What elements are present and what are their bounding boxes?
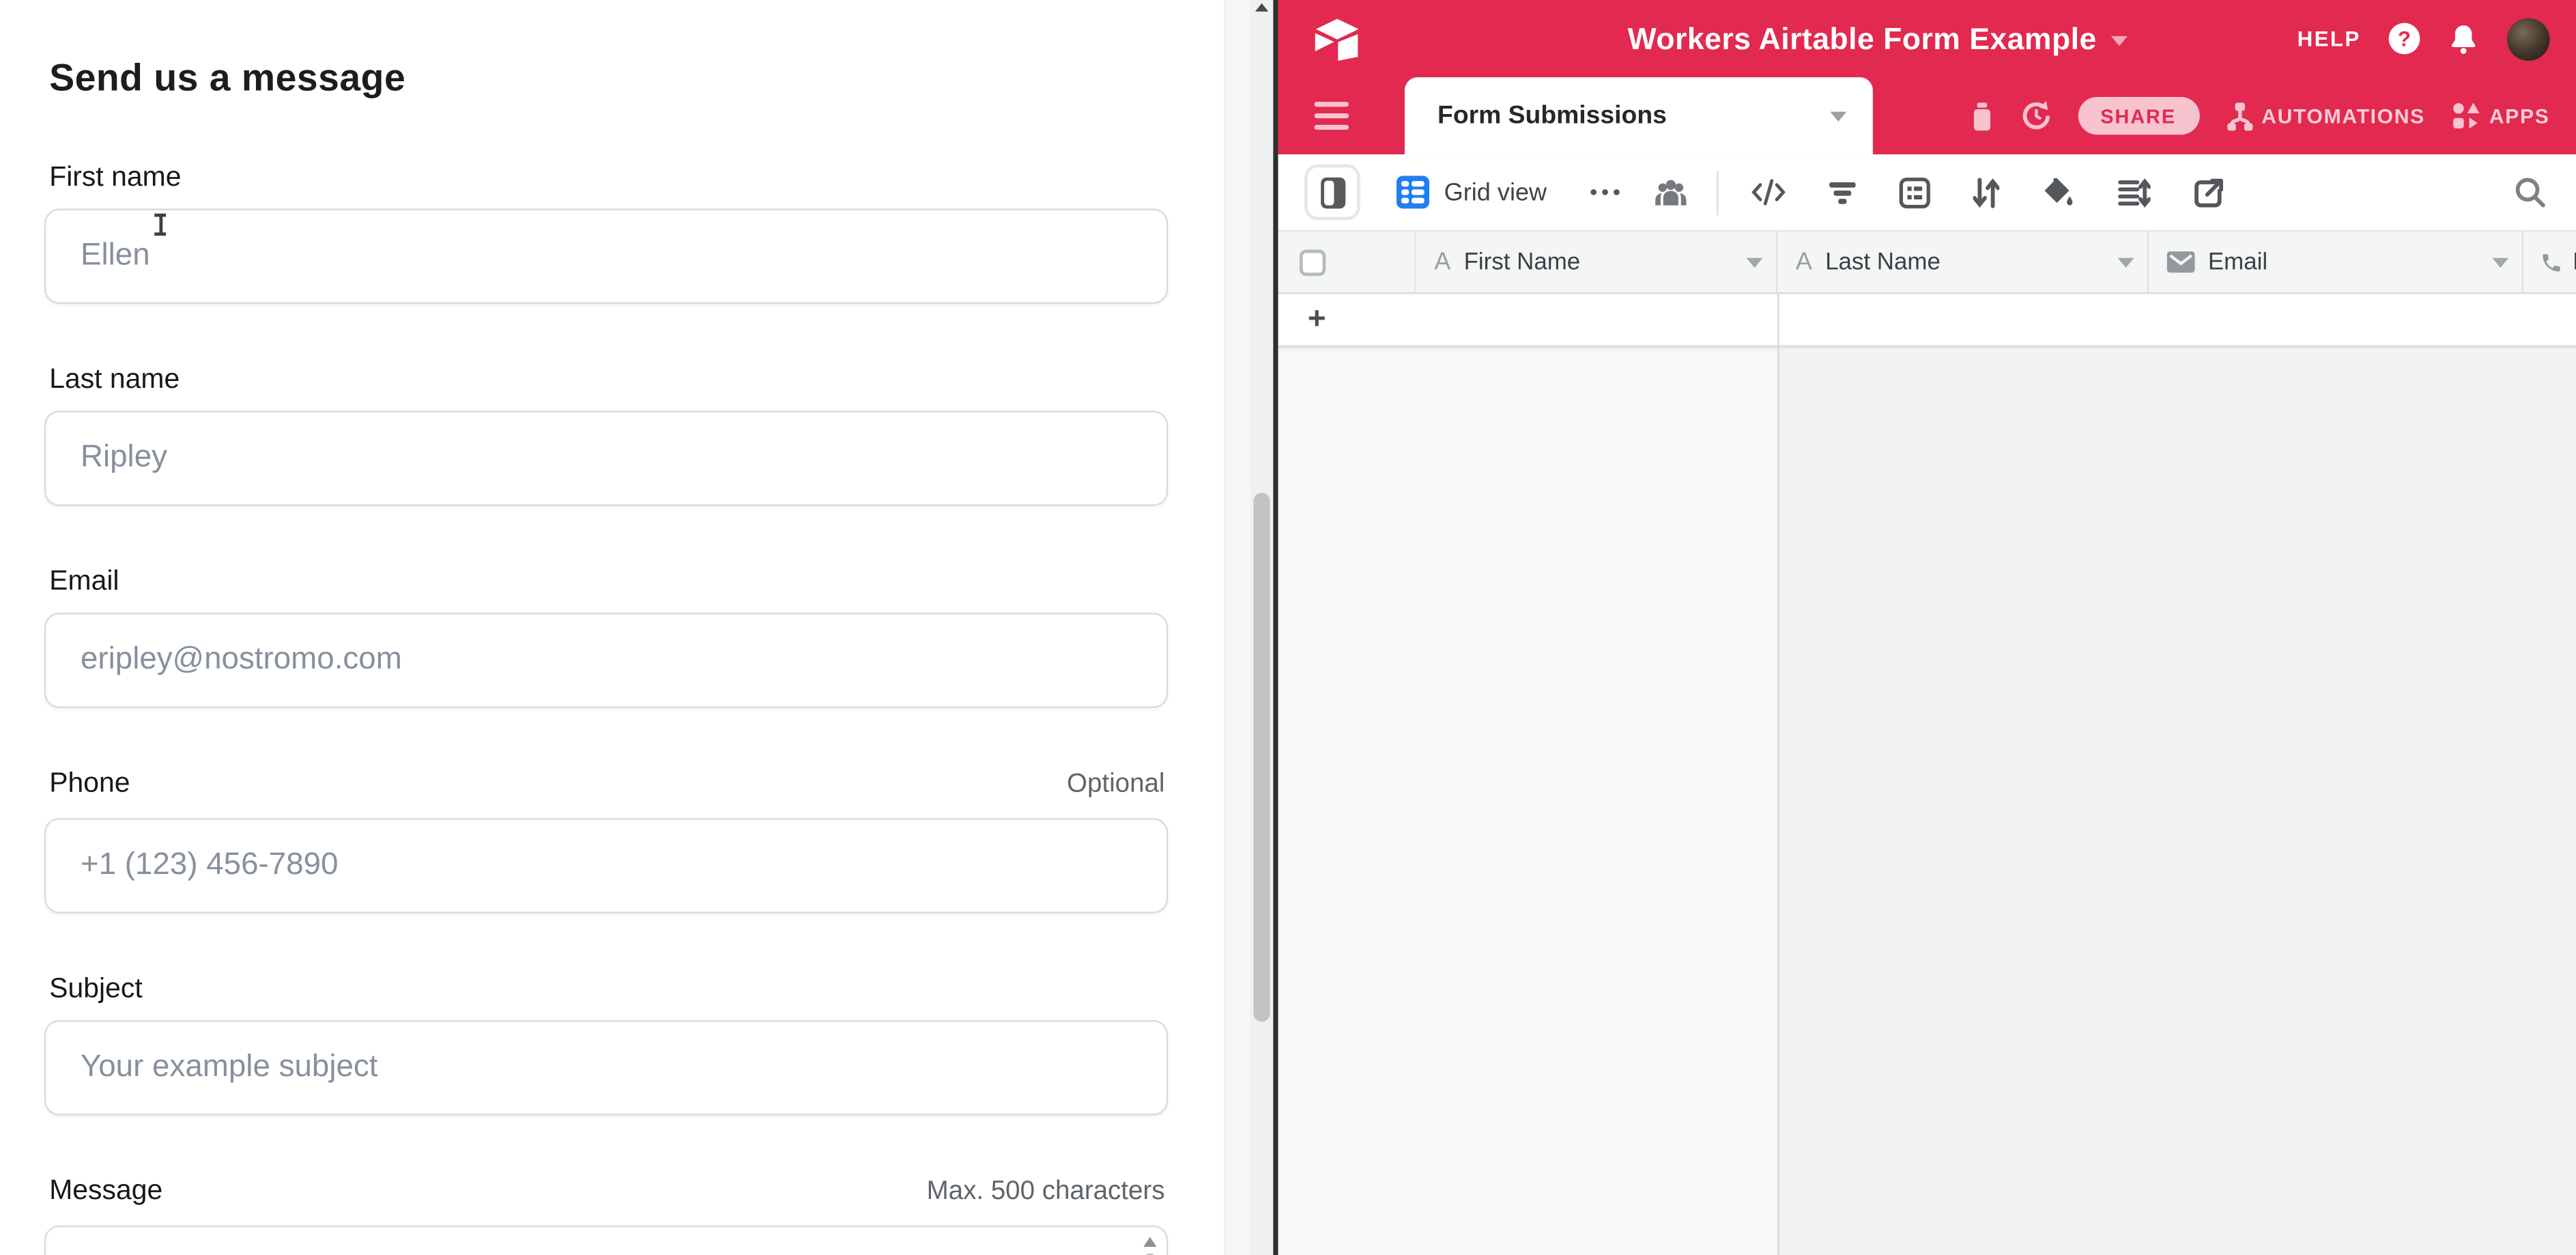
page-scrollbar[interactable]: [1250, 0, 1274, 1255]
tables-menu-icon[interactable]: [1315, 101, 1349, 130]
message-textarea[interactable]: [44, 1226, 1168, 1255]
phone-field-type-icon: [2540, 251, 2563, 274]
form-title: Send us a message: [49, 54, 1168, 100]
field-first-name: First name: [44, 163, 1168, 304]
base-title-caret-icon[interactable]: [2111, 36, 2128, 45]
view-name: Grid view: [1444, 178, 1547, 206]
group-icon[interactable]: [1898, 177, 1930, 208]
subject-input[interactable]: [44, 1020, 1168, 1116]
hide-fields-code-icon[interactable]: [1751, 178, 1786, 207]
airtable-app-bar: Workers Airtable Form Example HELP ?: [1278, 0, 2576, 77]
airtable-panel: Workers Airtable Form Example HELP ? For…: [1278, 0, 2576, 1255]
add-row-button[interactable]: +: [1278, 294, 2576, 348]
message-maxlen-hint: Max. 500 characters: [927, 1178, 1165, 1207]
grid-body: +: [1278, 294, 2576, 1255]
tab-form-submissions[interactable]: Form Submissions: [1405, 77, 1873, 154]
window-divider: [1273, 0, 1278, 1255]
frozen-column-divider: [1777, 294, 1779, 1255]
screen: Send us a message First name Last name E…: [0, 0, 2576, 1255]
field-phone: Phone Optional: [44, 769, 1168, 914]
search-icon[interactable]: [2514, 175, 2547, 208]
first-name-label: First name: [49, 163, 181, 191]
text-field-type-icon: A: [1434, 248, 1450, 276]
phone-input[interactable]: [44, 818, 1168, 914]
field-subject: Subject: [44, 974, 1168, 1116]
help-question-icon[interactable]: ?: [2389, 23, 2420, 55]
column-caret-icon[interactable]: [2117, 257, 2134, 267]
view-switcher[interactable]: Grid view: [1397, 175, 1547, 208]
column-header-email[interactable]: Email: [2149, 231, 2523, 292]
plus-icon: +: [1308, 304, 1326, 335]
filter-icon[interactable]: [1828, 180, 1856, 204]
email-input[interactable]: [44, 612, 1168, 708]
table-tab-label: Form Submissions: [1437, 101, 1667, 130]
column-header-phone[interactable]: Phone: [2523, 231, 2576, 292]
column-header-last-name[interactable]: A Last Name: [1777, 231, 2149, 292]
column-caret-icon[interactable]: [1747, 257, 1763, 267]
collaborators-icon[interactable]: [1652, 178, 1688, 207]
email-field-type-icon: [2167, 251, 2195, 272]
base-title[interactable]: Workers Airtable Form Example: [1628, 20, 2097, 55]
table-bar: Form Submissions SHARE: [1278, 77, 2576, 154]
column-header-first-name[interactable]: A First Name: [1414, 231, 1777, 292]
toolbar-divider: [1716, 170, 1717, 214]
textarea-scrollbar[interactable]: [1142, 1237, 1158, 1255]
scrollbar-up-arrow-icon[interactable]: [1255, 3, 1268, 12]
column-caret-icon[interactable]: [2492, 257, 2508, 267]
scroll-up-arrow-icon[interactable]: [1143, 1237, 1156, 1247]
row-height-icon[interactable]: [2117, 177, 2149, 208]
apps-icon: [2451, 101, 2480, 130]
select-all-checkbox[interactable]: [1300, 249, 1326, 274]
automations-button[interactable]: AUTOMATIONS: [2225, 101, 2425, 130]
share-view-icon[interactable]: [2192, 177, 2224, 208]
share-button[interactable]: SHARE: [2078, 97, 2199, 135]
table-caret-icon[interactable]: [1830, 111, 1846, 120]
field-message: Message Max. 500 characters: [44, 1176, 1168, 1255]
empty-grid-area: [1278, 352, 2576, 1255]
last-name-input[interactable]: [44, 410, 1168, 506]
column-header-row: A First Name A Last Name Email Ph: [1278, 230, 2576, 294]
sort-icon[interactable]: [1973, 177, 1999, 208]
subject-label: Subject: [49, 974, 142, 1002]
notifications-bell-icon[interactable]: [2448, 22, 2479, 55]
view-toolbar: Grid view: [1278, 154, 2576, 230]
color-icon[interactable]: [2042, 175, 2074, 208]
trash-icon[interactable]: [1969, 101, 1994, 130]
toggle-view-sidebar-button[interactable]: [1304, 165, 1360, 221]
panel-toggle-icon: [1320, 177, 1345, 208]
page-scroll-thumb[interactable]: [1253, 493, 1270, 1022]
history-icon[interactable]: [2020, 100, 2051, 132]
automations-icon: [2225, 101, 2253, 130]
field-email: Email: [44, 567, 1168, 708]
help-button[interactable]: HELP: [2298, 26, 2361, 51]
text-cursor: [153, 214, 168, 237]
first-name-input[interactable]: [44, 209, 1168, 305]
user-avatar[interactable]: [2507, 17, 2550, 60]
message-label: Message: [49, 1176, 162, 1204]
apps-button[interactable]: APPS: [2451, 101, 2549, 130]
page-gutter: [1224, 0, 1250, 1255]
grid-view-icon: [1397, 175, 1429, 208]
contact-form-panel: Send us a message First name Last name E…: [0, 0, 1224, 1255]
field-last-name: Last name: [44, 365, 1168, 506]
phone-label: Phone: [49, 769, 130, 797]
airtable-logo-icon[interactable]: [1315, 17, 1359, 60]
text-field-type-icon: A: [1796, 248, 1812, 276]
row-gutter: [1278, 231, 1415, 292]
email-label: Email: [49, 567, 119, 595]
view-options-ellipsis-icon[interactable]: [1590, 189, 1619, 196]
last-name-label: Last name: [49, 365, 180, 393]
phone-optional-hint: Optional: [1067, 770, 1164, 800]
